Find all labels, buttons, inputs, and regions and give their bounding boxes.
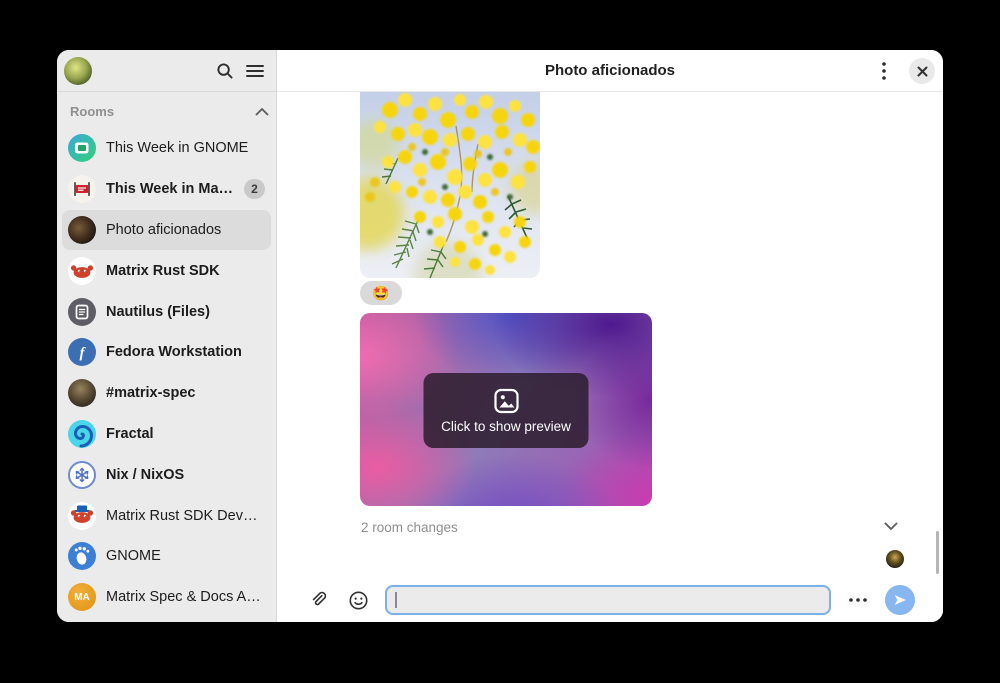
- room-item[interactable]: Matrix Rust SDK Devel…: [62, 495, 271, 536]
- room-name: This Week in GNOME: [106, 140, 265, 156]
- smiley-icon: [348, 590, 369, 611]
- spiral-icon: [68, 420, 96, 448]
- unread-badge: 2: [244, 179, 265, 199]
- main-menu-button[interactable]: [242, 58, 268, 84]
- room-item[interactable]: #matrix-spec: [62, 373, 271, 414]
- mimosa-photo: [360, 92, 540, 278]
- image-icon: [493, 388, 519, 414]
- reaction-pill[interactable]: 🤩: [360, 281, 402, 305]
- room-name: Nautilus (Files): [106, 304, 265, 320]
- window-copy-icon: [68, 134, 96, 162]
- emoji-button[interactable]: [345, 587, 371, 613]
- room-name: Photo aficionados: [106, 222, 265, 238]
- room-item[interactable]: GNOME: [62, 536, 271, 577]
- user-avatar: [64, 57, 92, 85]
- room-name: Matrix Spec & Docs Au…: [106, 589, 265, 605]
- app-window: Rooms This Week in GNOME This Week in Mat…: [57, 50, 943, 622]
- more-options-button[interactable]: [845, 587, 871, 613]
- twim-banner-icon: [68, 175, 96, 203]
- message-composer: [277, 578, 943, 622]
- room-title: Photo aficionados: [545, 62, 675, 79]
- message-timeline: 🤩 Click to show preview 2 room changes: [277, 92, 943, 578]
- room-item[interactable]: Nautilus (Files): [62, 291, 271, 332]
- sidebar: Rooms This Week in GNOME This Week in Mat…: [57, 50, 277, 622]
- preview-label: Click to show preview: [441, 419, 571, 434]
- room-item[interactable]: This Week in GNOME: [62, 128, 271, 169]
- room-item[interactable]: This Week in Mat… 2: [62, 169, 271, 210]
- room-item[interactable]: f Fedora Workstation: [62, 332, 271, 373]
- expand-room-changes-button[interactable]: [882, 518, 900, 534]
- room-name: Fedora Workstation: [106, 344, 265, 360]
- room-item[interactable]: Photo aficionados: [62, 210, 271, 251]
- room-changes-label: 2 room changes: [361, 520, 458, 535]
- gnome-foot-icon: [68, 542, 96, 570]
- crab-hat-icon: [68, 502, 96, 530]
- room-item[interactable]: MA Matrix Spec & Docs Au…: [62, 577, 271, 618]
- chevron-down-icon: [884, 522, 898, 531]
- search-button[interactable]: [212, 58, 238, 84]
- text-caret: [395, 592, 397, 608]
- svg-text:f: f: [80, 346, 87, 362]
- room-name: This Week in Mat…: [106, 181, 234, 197]
- user-account-button[interactable]: [63, 56, 93, 86]
- snowflake-icon: [68, 461, 96, 489]
- room-menu-button[interactable]: [871, 58, 897, 84]
- read-receipt-avatar: [886, 550, 904, 568]
- fedora-icon: f: [68, 338, 96, 366]
- kebab-menu-icon: [882, 62, 886, 80]
- room-view: Photo aficionados: [277, 50, 943, 622]
- room-name: Matrix Rust SDK: [106, 263, 265, 279]
- room-name: Nix / NixOS: [106, 467, 265, 483]
- reaction-emoji: 🤩: [372, 286, 389, 300]
- room-name: Fractal: [106, 426, 265, 442]
- send-button[interactable]: [885, 585, 915, 615]
- blurred-media-preview[interactable]: Click to show preview: [360, 313, 652, 506]
- room-header: Photo aficionados: [277, 50, 943, 92]
- search-icon: [215, 61, 235, 81]
- message-input[interactable]: [385, 585, 831, 615]
- image-message[interactable]: [360, 92, 540, 278]
- ellipsis-icon: [849, 598, 867, 602]
- initials-avatar: MA: [68, 583, 96, 611]
- room-item[interactable]: Matrix Rust SDK: [62, 250, 271, 291]
- chevron-up-icon: [255, 107, 269, 116]
- sidebar-header: [57, 50, 276, 92]
- room-item[interactable]: Nix / NixOS: [62, 454, 271, 495]
- room-changes-row: 2 room changes: [361, 519, 458, 537]
- room-name: #matrix-spec: [106, 385, 265, 401]
- paperclip-icon: [307, 589, 329, 611]
- person-photo-avatar: [68, 379, 96, 407]
- crab-icon: [68, 257, 96, 285]
- room-list: This Week in GNOME This Week in Mat… 2 Phot…: [57, 126, 276, 622]
- attach-file-button[interactable]: [305, 587, 331, 613]
- rooms-section-label: Rooms: [70, 104, 114, 119]
- send-icon: [892, 592, 908, 608]
- room-name: GNOME: [106, 548, 265, 564]
- rooms-section-header[interactable]: Rooms: [57, 92, 276, 126]
- hamburger-menu-icon: [246, 64, 264, 78]
- camera-photo-avatar: [68, 216, 96, 244]
- close-button[interactable]: [909, 58, 935, 84]
- room-name: Matrix Rust SDK Devel…: [106, 508, 265, 524]
- show-preview-button[interactable]: Click to show preview: [424, 373, 589, 448]
- scrollbar-thumb[interactable]: [936, 531, 940, 574]
- file-icon: [68, 298, 96, 326]
- room-item[interactable]: Fractal: [62, 414, 271, 455]
- close-icon: [917, 66, 928, 77]
